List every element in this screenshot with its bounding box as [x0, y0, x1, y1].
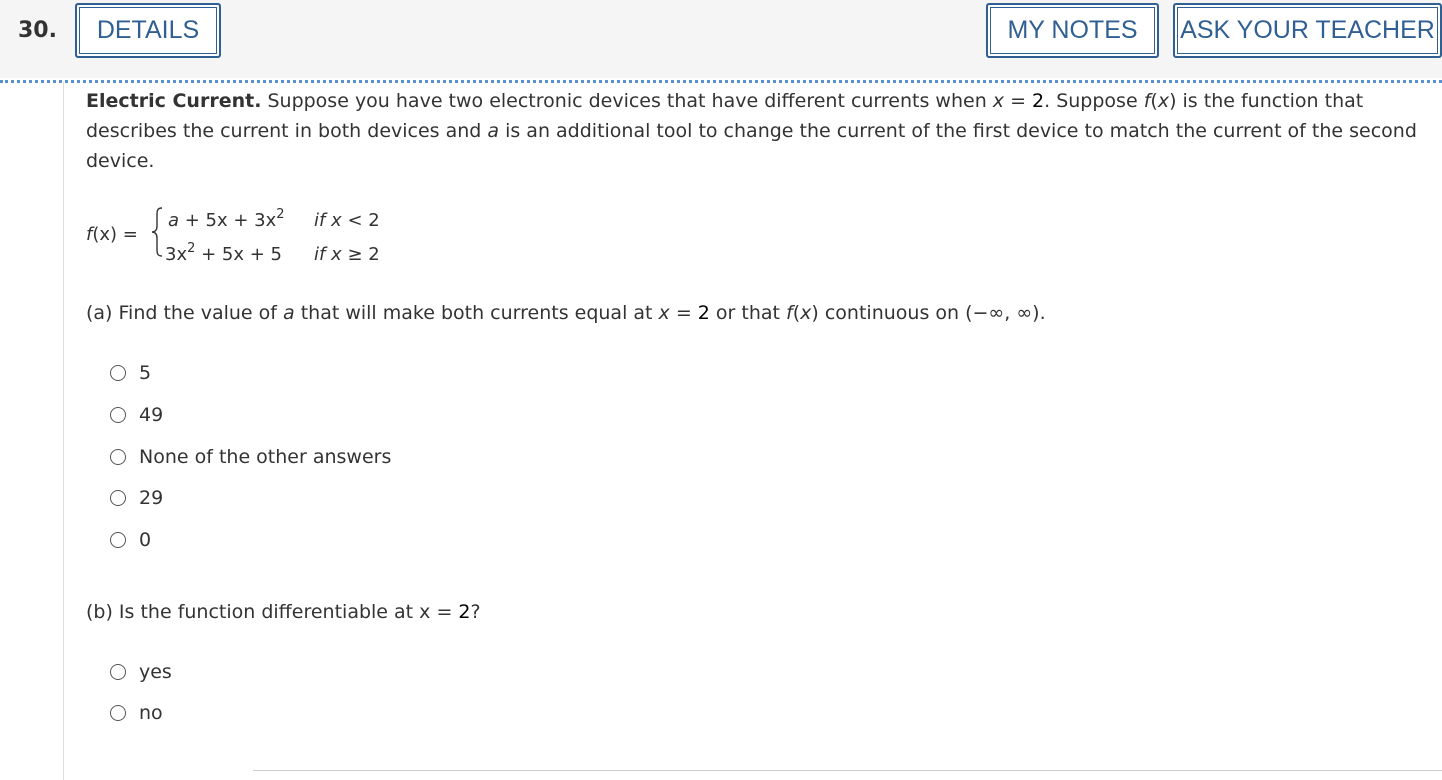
option-label: 29 — [139, 487, 164, 509]
left-brace-icon — [151, 207, 163, 257]
text: continuous on — [818, 302, 966, 324]
exponent: 2 — [276, 207, 285, 222]
problem-title: Electric Current. — [86, 90, 262, 112]
header-divider — [0, 80, 1442, 83]
paren: ) — [811, 302, 819, 324]
case-2-expression: 3x2 + 5x + 5 — [165, 242, 282, 265]
text: ? — [470, 601, 481, 623]
option-label: 0 — [139, 529, 152, 551]
equals: = — [1004, 90, 1033, 112]
answer-option-0[interactable]: 0 — [110, 528, 151, 552]
answer-option-49[interactable]: 49 — [110, 403, 163, 427]
option-label: 49 — [139, 404, 164, 426]
intro-text: . Suppose — [1044, 90, 1144, 112]
text: that will make both currents equal at — [294, 302, 659, 324]
option-label: None of the other answers — [139, 446, 392, 468]
case-1-terms: + 5x + 3x — [179, 210, 277, 231]
function-label: f(x) = — [86, 224, 138, 245]
text: (b) Is the function differentiable at x … — [86, 601, 459, 623]
var-x: x — [992, 90, 1005, 112]
interval: (−∞, ∞). — [965, 302, 1046, 324]
var-x: x — [800, 302, 812, 324]
condition-if: if x — [314, 210, 342, 231]
my-notes-button[interactable]: MY NOTES — [986, 3, 1159, 58]
problem-statement: Electric Current. Suppose you have two e… — [86, 86, 1426, 176]
condition-rest: ≥ 2 — [341, 244, 380, 265]
part-a-question: (a) Find the value of a that will make b… — [86, 300, 1046, 326]
radio-button[interactable] — [110, 407, 126, 423]
value-2: 2 — [458, 601, 471, 623]
function-label-rest: (x) = — [92, 224, 138, 245]
case-2-term: 3x — [165, 244, 188, 265]
question-header: 30. DETAILS MY NOTES ASK YOUR TEACHER — [0, 0, 1442, 78]
radio-button[interactable] — [110, 664, 126, 680]
case-1-condition: if x < 2 — [314, 210, 380, 231]
intro-text: Suppose you have two electronic devices … — [261, 90, 993, 112]
var-a: a — [487, 120, 500, 142]
var-a: a — [168, 210, 180, 231]
equals: = — [669, 302, 698, 324]
case-2-condition: if x ≥ 2 — [314, 244, 380, 265]
radio-button[interactable] — [110, 449, 126, 465]
answer-option-29[interactable]: 29 — [110, 486, 163, 510]
option-label: yes — [139, 661, 172, 683]
func-f: f — [786, 302, 793, 324]
option-label: no — [139, 702, 163, 724]
case-1-expression: a + 5x + 3x2 — [168, 207, 285, 231]
case-2-terms: + 5x + 5 — [195, 244, 282, 265]
value-2: 2 — [1032, 90, 1045, 112]
text: or that — [709, 302, 787, 324]
var-x: x — [658, 302, 670, 324]
value-2: 2 — [697, 302, 710, 324]
question-number: 30. — [18, 18, 57, 43]
var-a: a — [283, 302, 295, 324]
radio-button[interactable] — [110, 365, 126, 381]
radio-button[interactable] — [110, 705, 126, 721]
left-margin-rule — [63, 82, 64, 780]
details-button[interactable]: DETAILS — [75, 3, 221, 58]
answer-option-5[interactable]: 5 — [110, 361, 151, 385]
var-x: x — [1157, 90, 1170, 112]
radio-button[interactable] — [110, 532, 126, 548]
condition-if: if x — [314, 244, 342, 265]
part-b-question: (b) Is the function differentiable at x … — [86, 599, 481, 625]
condition-rest: < 2 — [341, 210, 380, 231]
text: (a) Find the value of — [86, 302, 283, 324]
answer-option-yes[interactable]: yes — [110, 660, 172, 684]
paren: ( — [1150, 90, 1158, 112]
radio-button[interactable] — [110, 490, 126, 506]
option-label: 5 — [139, 362, 152, 384]
answer-option-none[interactable]: None of the other answers — [110, 445, 391, 469]
answer-option-no[interactable]: no — [110, 701, 163, 725]
ask-your-teacher-button[interactable]: ASK YOUR TEACHER — [1173, 3, 1442, 58]
bottom-rule — [253, 770, 1442, 771]
